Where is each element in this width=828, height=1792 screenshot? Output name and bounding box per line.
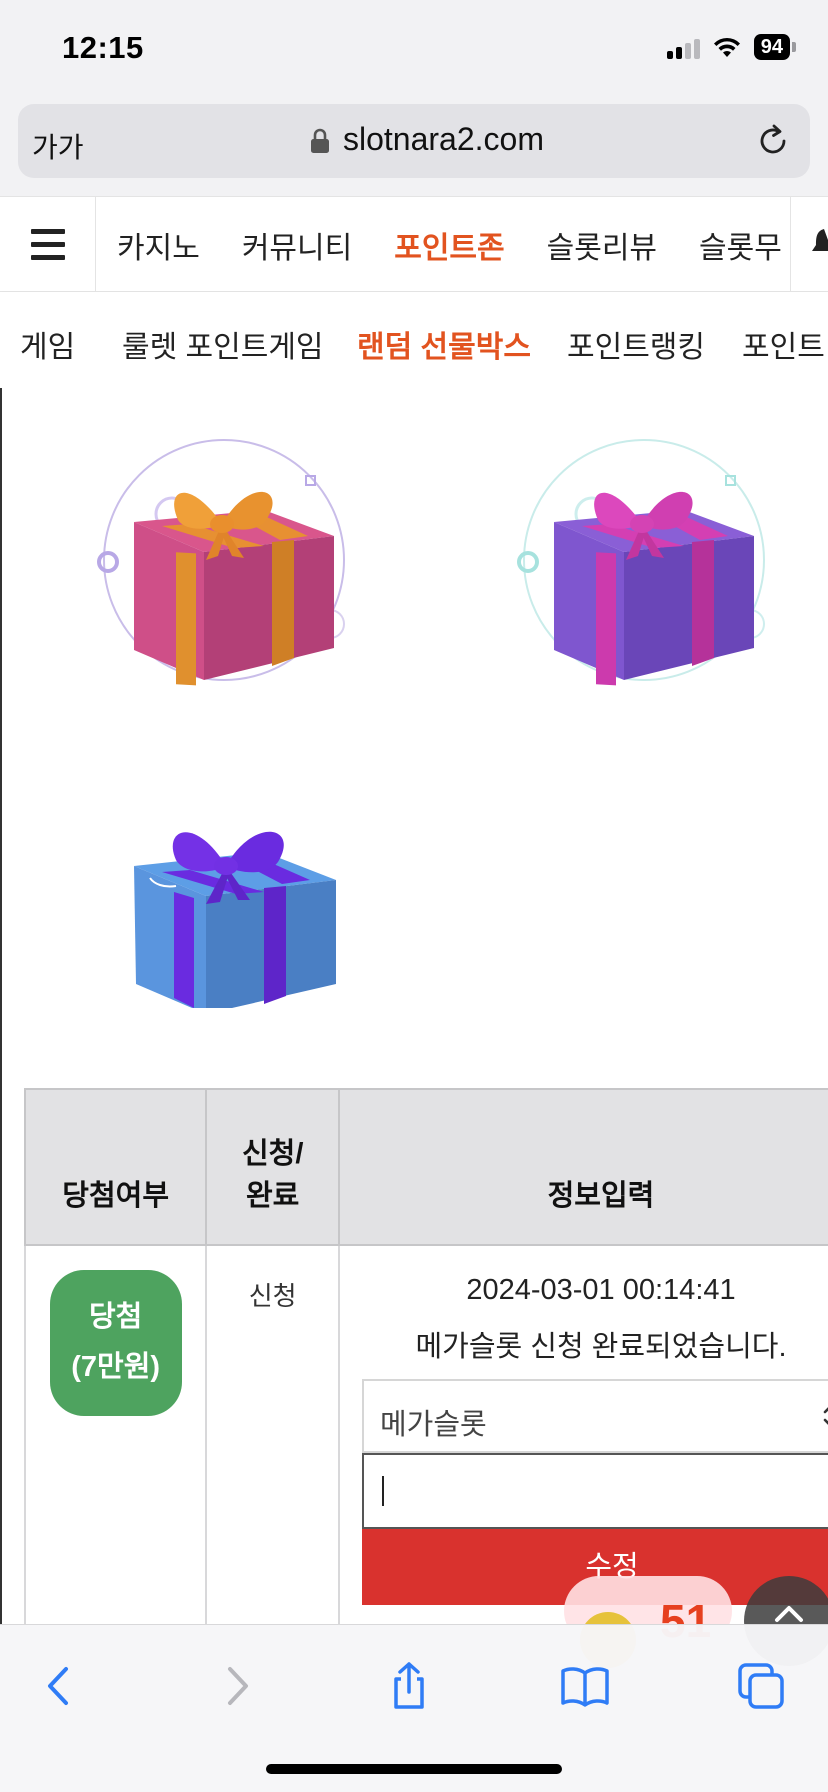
nav-casino[interactable]: 카지노 [96,223,221,267]
nav-community[interactable]: 커뮤니티 [221,223,373,267]
nav-slot-review[interactable]: 슬롯리뷰 [526,223,678,267]
info-input-cell: 2024-03-01 00:14:41 메가슬롯 신청 완료되었습니다. 메가슬… [338,1244,828,1624]
id-input-field[interactable] [362,1453,828,1529]
url-domain[interactable]: slotnara2.com [343,121,544,158]
nav-point-zone[interactable]: 포인트존 [373,223,525,267]
gift-box-blue[interactable] [114,808,354,1008]
bell-icon[interactable] [812,225,828,259]
status-time: 12:15 [62,30,144,65]
gift-box-pink[interactable] [94,432,354,692]
apply-status: 신청 [205,1244,340,1624]
gift-result-table: 당첨여부 신청/ 완료 정보입력 당첨 (7만원) 신청 2024-03-01 [23,1088,828,1624]
win-badge-amount: (7만원) [71,1351,161,1383]
tabs-icon[interactable] [736,1661,786,1711]
cellular-signal-icon [666,35,700,59]
site-select-value: 메가슬롯 [380,1409,487,1441]
header-win-status: 당첨여부 [23,1088,208,1246]
apply-message: 메가슬롯 신청 완료되었습니다. [415,1331,787,1363]
header-apply-line2: 완료 [245,1180,300,1212]
back-icon[interactable] [34,1661,84,1711]
lock-icon [311,128,329,153]
home-indicator [266,1764,562,1774]
share-icon[interactable] [384,1661,434,1711]
apply-datetime: 2024-03-01 00:14:41 [466,1274,736,1306]
battery-icon: 94 [753,34,790,60]
nav-slot-free[interactable]: 슬롯무 [678,223,803,267]
reader-text-size-button[interactable]: 가가 [32,126,84,166]
gift-box-purple[interactable] [514,432,774,692]
main-content: 당첨여부 신청/ 완료 정보입력 당첨 (7만원) 신청 2024-03-01 [0,388,828,1624]
site-primary-nav: 카지노 커뮤니티 포인트존 슬롯리뷰 슬롯무 [0,196,828,293]
chevron-up-icon [775,1606,803,1622]
text-cursor [382,1476,384,1507]
status-icons: 94 [666,34,796,60]
reload-icon[interactable] [754,122,792,160]
menu-icon[interactable] [0,197,96,293]
subnav-roulette-point-game[interactable]: 룰렛 포인트게임 [122,322,324,366]
forward-icon[interactable] [212,1661,262,1711]
table-row: 당첨 (7만원) 신청 2024-03-01 00:14:41 메가슬롯 신청 … [23,1244,828,1624]
address-bar[interactable]: 가가 slotnara2.com [18,104,810,178]
wifi-icon [713,37,740,57]
header-apply-complete: 신청/ 완료 [205,1088,340,1246]
header-info-input: 정보입력 [338,1088,828,1246]
win-badge: 당첨 (7만원) [49,1270,182,1416]
site-select[interactable]: 메가슬롯 [362,1379,828,1453]
browser-top-chrome: 12:15 94 가가 slotnara2.com [0,0,828,196]
subnav-point-more[interactable]: 포인트 [742,322,825,366]
subnav-random-gift-box[interactable]: 랜덤 선물박스 [357,322,531,366]
win-badge-label: 당첨 [88,1301,143,1333]
subnav-game[interactable]: 게임 [20,322,75,366]
win-status-cell: 당첨 (7만원) [23,1244,208,1624]
bookmarks-icon[interactable] [560,1661,610,1711]
site-secondary-nav: 게임 룰렛 포인트게임 랜덤 선물박스 포인트랭킹 포인트 [0,292,828,388]
subnav-point-ranking[interactable]: 포인트랭킹 [567,322,705,366]
nav-divider [790,197,791,293]
battery-cap [792,42,796,52]
header-apply-line1: 신청/ [241,1138,304,1170]
chevron-updown-icon [823,1407,828,1425]
